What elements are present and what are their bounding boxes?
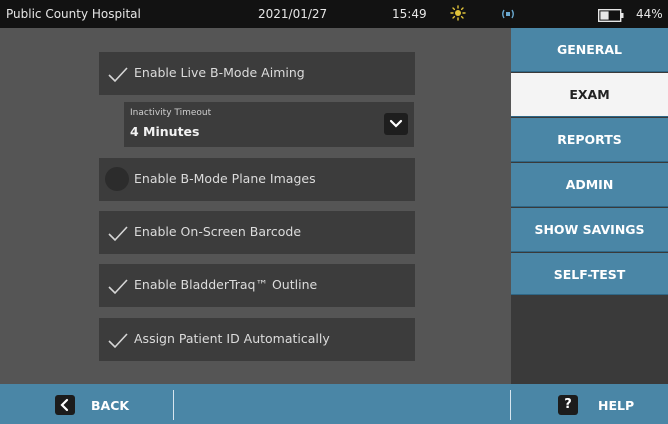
option-label: Enable B-Mode Plane Images [134,171,316,186]
menu-item-general[interactable]: GENERAL [511,28,668,72]
back-button[interactable]: BACK [55,393,135,417]
menu-item-admin[interactable]: ADMIN [511,163,668,207]
status-time: 15:49 [392,7,427,21]
option-label: Enable On-Screen Barcode [134,224,302,239]
option-label: Enable Live B-Mode Aiming [134,65,305,80]
divider [510,390,511,420]
option-on-screen-barcode[interactable]: Enable On-Screen Barcode [99,211,415,254]
inactivity-timeout-value: 4 Minutes [130,124,200,139]
status-bar: Public County Hospital 2021/01/27 15:49 … [0,0,668,28]
settings-menu: GENERAL EXAM REPORTS ADMIN SHOW SAVINGS … [511,28,668,384]
option-live-bmode-aiming[interactable]: Enable Live B-Mode Aiming [99,52,415,95]
back-label: BACK [91,398,130,413]
bottom-bar: BACK ? HELP [0,384,668,424]
menu-item-self-test[interactable]: SELF-TEST [511,253,668,295]
divider [173,390,174,420]
option-assign-patient-id[interactable]: Assign Patient ID Automatically [99,318,415,361]
chevron-down-icon[interactable] [384,113,408,135]
exam-settings-panel: Enable Live B-Mode Aiming Inactivity Tim… [0,28,511,384]
brightness-icon[interactable] [450,5,466,24]
checkmark-icon [108,226,128,242]
chevron-left-icon [55,395,75,415]
battery-percent: 44% [636,7,663,21]
inactivity-timeout-select[interactable]: Inactivity Timeout 4 Minutes [124,102,414,147]
help-label: HELP [598,398,635,413]
question-icon: ? [558,395,578,415]
menu-item-reports[interactable]: REPORTS [511,118,668,162]
checkmark-icon [108,333,128,349]
option-label: Enable BladderTraq™ Outline [134,277,318,292]
volume-icon[interactable] [500,7,516,24]
checkmark-icon [108,279,128,295]
option-bladdertraq-outline[interactable]: Enable BladderTraq™ Outline [99,264,415,307]
menu-item-exam[interactable]: EXAM [511,73,668,117]
checkmark-icon [108,67,128,83]
hospital-name: Public County Hospital [6,7,141,21]
help-button[interactable]: ? HELP [558,393,648,417]
status-date: 2021/01/27 [258,7,328,21]
menu-item-show-savings[interactable]: SHOW SAVINGS [511,208,668,252]
inactivity-timeout-label: Inactivity Timeout [130,108,212,118]
option-label: Assign Patient ID Automatically [134,331,330,346]
battery-icon [597,8,624,23]
unchecked-indicator [105,167,129,191]
option-bmode-plane-images[interactable]: Enable B-Mode Plane Images [99,158,415,201]
